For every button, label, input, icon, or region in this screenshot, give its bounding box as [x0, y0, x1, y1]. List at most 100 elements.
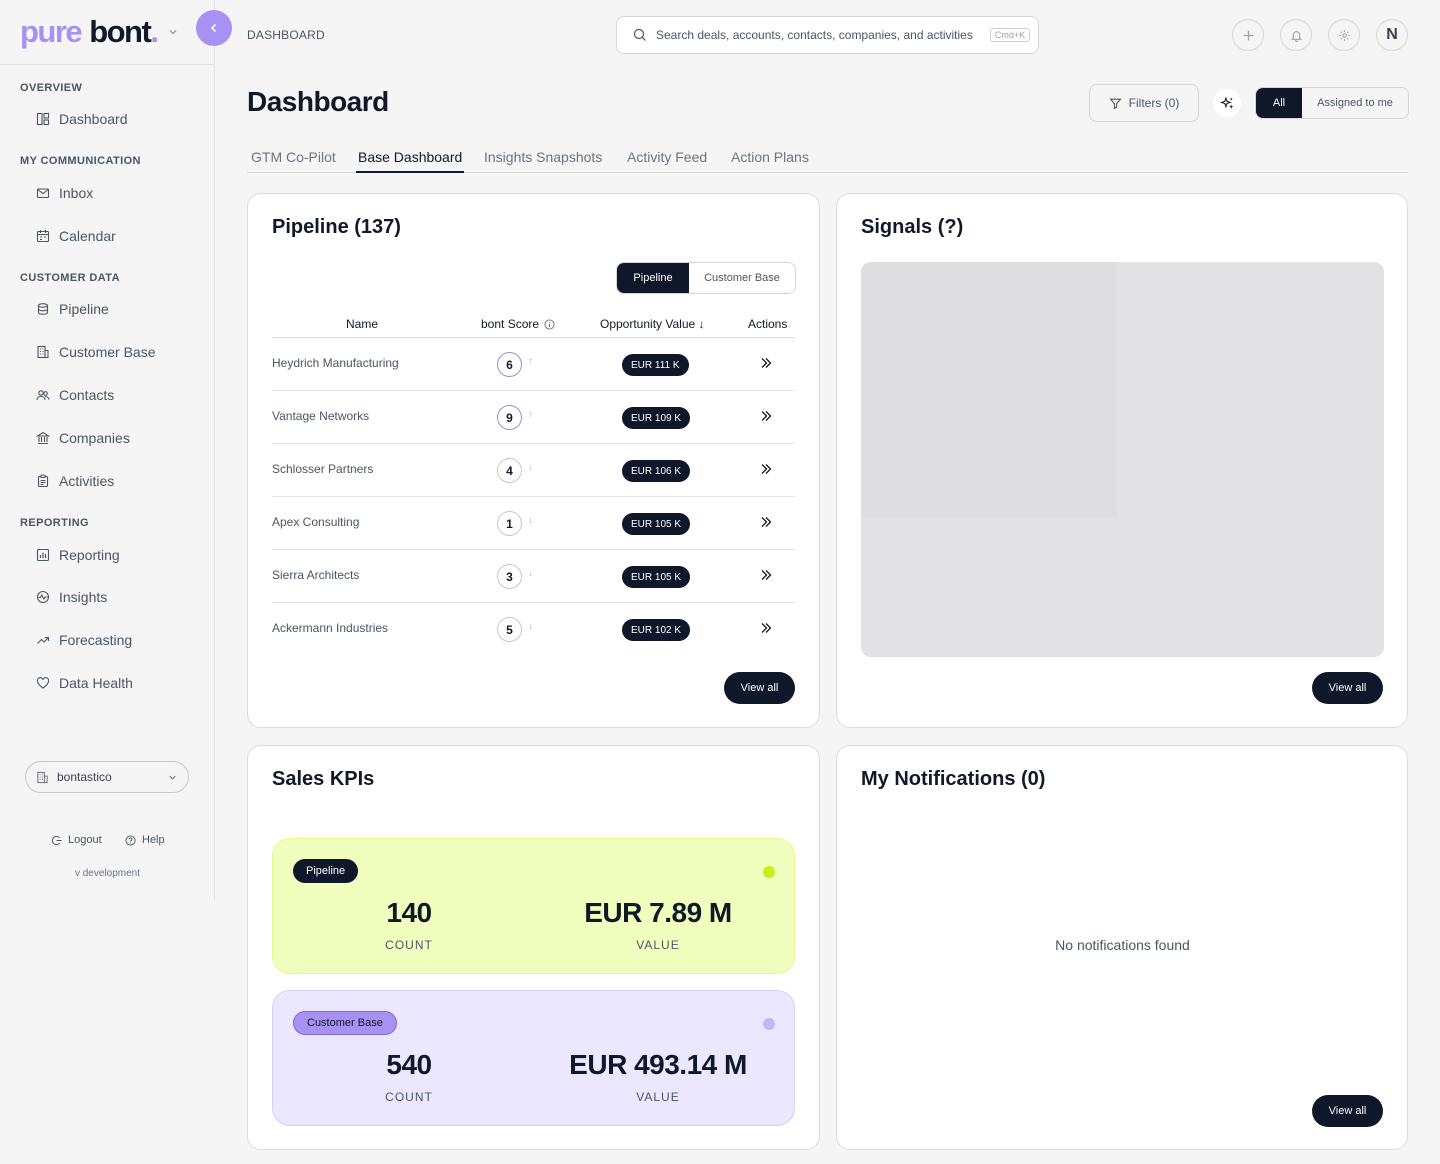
- empty-state-message: No notifications found: [1055, 937, 1190, 953]
- column-opportunity-value[interactable]: Opportunity Value ↓: [600, 317, 705, 331]
- tab-insights-snapshots[interactable]: Insights Snapshots: [484, 148, 602, 173]
- heart-icon: [36, 677, 50, 689]
- customer-base-toggle-button[interactable]: Customer Base: [689, 263, 795, 293]
- sidebar-item-label: Companies: [59, 430, 130, 446]
- opportunity-value-badge: EUR 102 K: [622, 619, 691, 641]
- brand-part-pure: pure: [20, 14, 83, 49]
- sidebar-item-label: Insights: [59, 589, 108, 605]
- signals-view-all-button[interactable]: View all: [1312, 672, 1383, 704]
- opportunity-value-badge: EUR 105 K: [622, 566, 691, 588]
- opportunity-value-badge: EUR 105 K: [622, 513, 691, 535]
- table-row[interactable]: Apex Consulting 1 ↓ EUR 105 K: [272, 497, 795, 550]
- column-bont-score[interactable]: bont Score: [481, 317, 555, 331]
- sidebar-item-customer-base[interactable]: Customer Base: [36, 344, 155, 360]
- brand-logo[interactable]: pure bont.: [20, 12, 179, 52]
- chevrons-right-icon: [761, 411, 772, 421]
- sidebar-item-label: Pipeline: [59, 301, 109, 317]
- sidebar-item-contacts[interactable]: Contacts: [36, 387, 114, 403]
- chevron-left-icon: [210, 23, 217, 33]
- building-icon: [37, 771, 48, 783]
- avatar[interactable]: N: [1376, 19, 1408, 51]
- row-action-button[interactable]: [759, 356, 773, 370]
- search-input[interactable]: Search deals, accounts, contacts, compan…: [616, 16, 1039, 54]
- trend-indicator: ↑: [528, 409, 533, 420]
- chevron-down-icon[interactable]: [167, 26, 179, 38]
- tab-gtm-co-pilot[interactable]: GTM Co-Pilot: [251, 148, 336, 173]
- table-row[interactable]: Sierra Architects 3 ↓ EUR 105 K: [272, 550, 795, 603]
- kpi-pipeline-count-label: COUNT: [385, 938, 433, 952]
- organization-select[interactable]: bontastico: [25, 761, 189, 793]
- ai-sparkle-button[interactable]: [1213, 89, 1241, 117]
- pipeline-view-all-button[interactable]: View all: [724, 672, 795, 704]
- table-row[interactable]: Schlosser Partners 4 ↓ EUR 106 K: [272, 444, 795, 497]
- kpi-pipeline-tile[interactable]: Pipeline 140 COUNT EUR 7.89 M VALUE: [272, 838, 795, 974]
- add-button[interactable]: [1232, 19, 1264, 51]
- filters-button[interactable]: Filters (0): [1089, 84, 1199, 122]
- notifications-view-all-button[interactable]: View all: [1312, 1095, 1383, 1127]
- row-action-button[interactable]: [759, 409, 773, 423]
- plus-icon: [1243, 30, 1253, 40]
- settings-button[interactable]: [1328, 19, 1360, 51]
- trending-up-icon: [37, 636, 50, 644]
- notifications-button[interactable]: [1280, 19, 1312, 51]
- sidebar-item-insights[interactable]: Insights: [36, 589, 107, 605]
- sidebar-item-label: Dashboard: [59, 111, 128, 127]
- filter-icon: [1109, 98, 1122, 109]
- column-actions: Actions: [748, 317, 788, 331]
- sales-kpis-card: Sales KPIs Pipeline 140 COUNT EUR 7.89 M…: [247, 745, 820, 1150]
- trend-indicator: ↓: [528, 462, 533, 473]
- scope-toggle: All Assigned to me: [1255, 87, 1409, 119]
- sidebar-item-dashboard[interactable]: Dashboard: [36, 111, 128, 127]
- pipeline-toggle-button[interactable]: Pipeline: [617, 263, 689, 293]
- tab-activity-feed[interactable]: Activity Feed: [627, 148, 707, 173]
- kpi-customer-base-tile[interactable]: Customer Base 540 COUNT EUR 493.14 M VAL…: [272, 990, 795, 1126]
- sidebar-item-inbox[interactable]: Inbox: [36, 185, 93, 201]
- scope-assigned-button[interactable]: Assigned to me: [1302, 88, 1408, 118]
- column-name[interactable]: Name: [346, 317, 378, 331]
- sidebar-divider: [0, 64, 215, 65]
- tab-base-dashboard[interactable]: Base Dashboard: [356, 148, 465, 173]
- sidebar-item-activities[interactable]: Activities: [36, 473, 114, 489]
- sidebar-item-label: Calendar: [59, 228, 116, 244]
- sidebar-item-calendar[interactable]: Calendar: [36, 228, 116, 244]
- database-icon: [37, 303, 49, 315]
- table-row[interactable]: Ackermann Industries 5 ↓ EUR 102 K: [272, 603, 795, 656]
- calendar-icon: [36, 230, 50, 243]
- bank-icon: [36, 431, 50, 445]
- collapse-sidebar-button[interactable]: [196, 10, 232, 46]
- table-row[interactable]: Vantage Networks 9 ↑ EUR 109 K: [272, 391, 795, 444]
- row-action-button[interactable]: [759, 621, 773, 635]
- sidebar-item-label: Forecasting: [59, 632, 133, 648]
- sidebar-item-reporting[interactable]: Reporting: [36, 547, 120, 563]
- mail-icon: [36, 188, 50, 199]
- sidebar-item-label: Inbox: [59, 185, 94, 201]
- trend-indicator: ↓: [528, 568, 533, 579]
- row-action-button[interactable]: [759, 462, 773, 476]
- organization-name: bontastico: [57, 770, 112, 784]
- users-icon: [36, 390, 50, 401]
- row-action-button[interactable]: [759, 568, 773, 582]
- status-dot: [763, 866, 775, 878]
- sidebar-item-forecasting[interactable]: Forecasting: [36, 632, 132, 648]
- kpi-customer-base-value: EUR 493.14 M: [569, 1049, 747, 1080]
- status-dot: [763, 1018, 775, 1030]
- chevrons-right-icon: [761, 517, 772, 527]
- score-badge: 6: [497, 352, 522, 377]
- sidebar-item-companies[interactable]: Companies: [36, 430, 130, 446]
- scope-all-button[interactable]: All: [1256, 88, 1302, 118]
- logout-label: Logout: [68, 834, 102, 846]
- version-label: v development: [74, 868, 141, 879]
- score-badge: 1: [497, 511, 522, 536]
- sidebar-item-pipeline[interactable]: Pipeline: [36, 301, 109, 317]
- clipboard-icon: [37, 474, 49, 488]
- table-row[interactable]: Heydrich Manufacturing 6 ↑ EUR 111 K: [272, 338, 795, 391]
- search-icon: [633, 28, 646, 41]
- row-action-button[interactable]: [759, 515, 773, 529]
- logout-button[interactable]: Logout: [51, 834, 102, 846]
- sidebar-item-data-health[interactable]: Data Health: [36, 675, 133, 691]
- help-button[interactable]: Help: [125, 834, 165, 846]
- tab-action-plans[interactable]: Action Plans: [731, 148, 809, 173]
- sidebar: pure bont. OVERVIEW Dashboard MY COMMUNIC…: [0, 0, 215, 900]
- gear-icon: [1338, 29, 1350, 41]
- kpi-pipeline-badge: Pipeline: [293, 859, 359, 883]
